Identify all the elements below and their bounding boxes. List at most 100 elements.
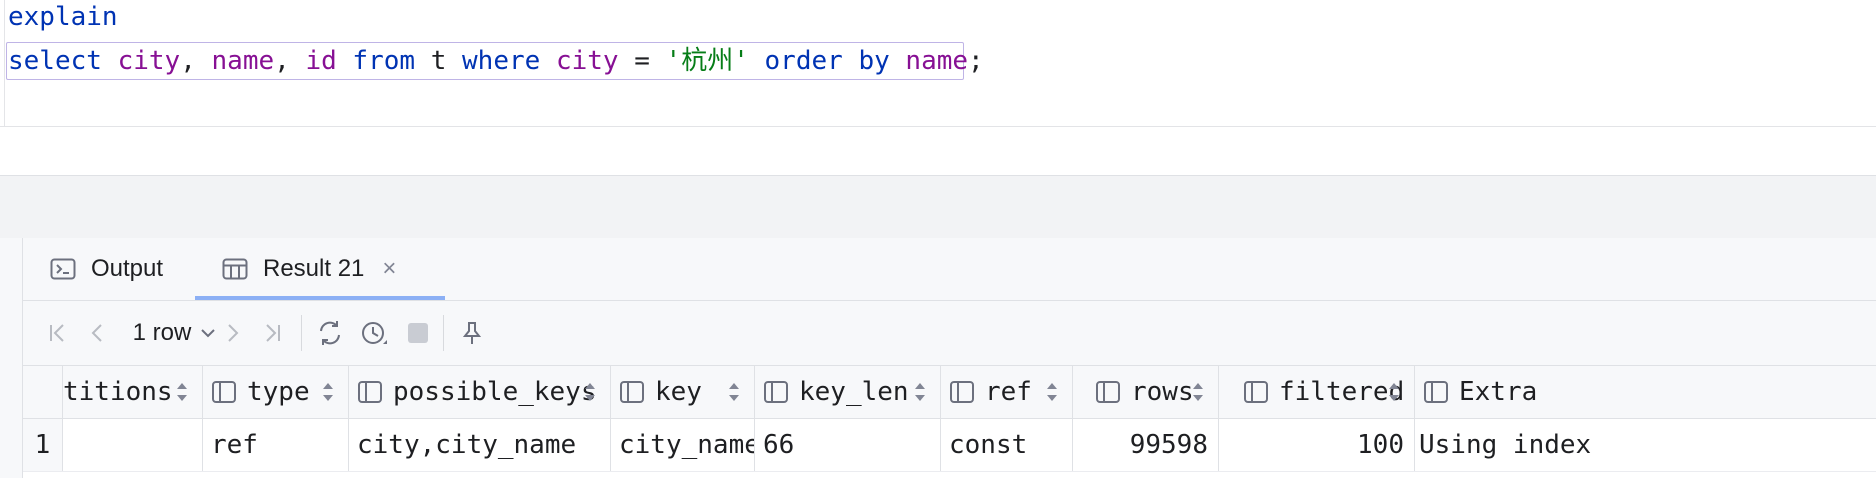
comma: , — [180, 46, 212, 76]
column-header-extra[interactable]: Extra — [1415, 366, 1876, 418]
sort-icon[interactable] — [1192, 381, 1204, 403]
active-tab-indicator — [195, 296, 445, 300]
cell-rows[interactable]: 99598 — [1073, 419, 1219, 471]
sort-icon[interactable] — [1046, 381, 1058, 403]
stop-button[interactable] — [403, 301, 433, 365]
grid-header-row: titions type possible_keys key key_len r… — [23, 366, 1876, 419]
column-header-rows[interactable]: rows — [1073, 366, 1219, 418]
column-header-label: filtered — [1279, 377, 1405, 407]
first-page-icon — [50, 324, 64, 342]
close-icon[interactable]: × — [382, 255, 396, 283]
column-header-label: titions — [63, 377, 173, 407]
column-header-filtered[interactable]: filtered — [1219, 366, 1415, 418]
string-literal: '杭州' — [665, 46, 749, 76]
keyword-select: select — [8, 46, 102, 76]
tab-result-label: Result 21 — [263, 255, 365, 282]
history-icon — [362, 322, 387, 344]
row-count-label: 1 row — [132, 319, 192, 346]
cell-key-len[interactable]: 66 — [755, 419, 941, 471]
column-header-label: Extra — [1459, 377, 1538, 407]
column-header-partitions[interactable]: titions — [63, 366, 203, 418]
column-header-label: possible_keys — [393, 377, 597, 407]
keyword-where: where — [462, 46, 541, 76]
column-header-type[interactable]: type — [203, 366, 349, 418]
pin-button[interactable] — [457, 301, 487, 365]
sql-editor[interactable]: explain select city, name, id from t whe… — [0, 0, 1876, 127]
column-icon — [1424, 381, 1448, 403]
identifier-id: id — [305, 46, 337, 76]
cell-partitions[interactable] — [63, 419, 203, 471]
identifier-city: city — [117, 46, 181, 76]
column-header-key-len[interactable]: key_len — [755, 366, 941, 418]
cell-type[interactable]: ref — [203, 419, 349, 471]
tab-output-label: Output — [91, 255, 164, 282]
next-page-button[interactable] — [217, 301, 247, 365]
table-row[interactable]: 1 ref city,city_name city_name 66 const … — [23, 419, 1876, 472]
column-header-key[interactable]: key — [611, 366, 755, 418]
keyword-explain: explain — [8, 2, 118, 32]
operator-equals: = — [618, 46, 666, 76]
history-button[interactable] — [357, 301, 391, 365]
cell-possible-keys[interactable]: city,city_name — [349, 419, 611, 471]
editor-gutter — [4, 0, 5, 126]
tab-output[interactable]: Output — [49, 238, 163, 300]
column-header-label: key — [655, 377, 702, 407]
last-page-icon — [266, 324, 280, 342]
keyword-by: by — [858, 46, 890, 76]
column-icon — [358, 381, 382, 403]
keyword-order: order — [764, 46, 843, 76]
prev-page-button[interactable] — [83, 301, 113, 365]
semicolon: ; — [968, 46, 984, 76]
chevron-down-icon — [201, 329, 216, 338]
editor-bottom-area — [0, 127, 1876, 175]
column-icon — [620, 381, 644, 403]
refresh-icon — [320, 321, 340, 345]
column-header-label: rows — [1131, 377, 1194, 407]
row-number: 1 — [23, 419, 63, 471]
column-header-label: ref — [985, 377, 1032, 407]
toolbar-separator — [301, 315, 302, 351]
sort-icon[interactable] — [584, 381, 596, 403]
toolbar-separator — [443, 315, 444, 351]
panel-splitter[interactable] — [0, 175, 1876, 239]
code-line-1[interactable]: explain — [8, 0, 118, 34]
sort-icon[interactable] — [728, 381, 740, 403]
table-name: t — [430, 46, 447, 76]
sort-icon[interactable] — [176, 381, 188, 403]
row-number-header — [23, 366, 63, 418]
prev-page-icon — [91, 324, 102, 342]
column-header-ref[interactable]: ref — [941, 366, 1073, 418]
code-line-2[interactable]: select city, name, id from t where city … — [8, 44, 984, 78]
sort-icon[interactable] — [914, 381, 926, 403]
last-page-button[interactable] — [257, 301, 287, 365]
pin-icon — [462, 322, 482, 344]
tool-window-strip — [0, 238, 22, 478]
column-header-label: key_len — [799, 377, 909, 407]
cell-extra[interactable]: Using index — [1415, 419, 1876, 471]
result-tabs: Output Result 21 × — [23, 238, 1876, 301]
column-icon — [764, 381, 788, 403]
stop-icon — [408, 323, 428, 343]
sort-icon[interactable] — [1388, 381, 1400, 403]
column-header-possible-keys[interactable]: possible_keys — [349, 366, 611, 418]
tab-result-21[interactable]: Result 21 × — [221, 238, 396, 300]
refresh-button[interactable] — [313, 301, 347, 365]
comma: , — [274, 46, 306, 76]
column-header-label: type — [247, 377, 310, 407]
column-icon — [1096, 381, 1120, 403]
cell-key[interactable]: city_name — [611, 419, 755, 471]
services-tool-window: Output Result 21 × 1 row titions type po… — [22, 238, 1876, 478]
first-page-button[interactable] — [43, 301, 73, 365]
cell-filtered[interactable]: 100 — [1219, 419, 1415, 471]
cell-ref[interactable]: const — [941, 419, 1073, 471]
sort-icon[interactable] — [322, 381, 334, 403]
identifier-name: name — [905, 46, 969, 76]
identifier-city: city — [555, 46, 619, 76]
row-count-dropdown[interactable]: 1 row — [129, 301, 221, 365]
terminal-icon — [50, 258, 76, 280]
table-icon — [222, 258, 248, 280]
result-toolbar: 1 row — [23, 301, 1876, 366]
keyword-from: from — [352, 46, 416, 76]
next-page-icon — [228, 324, 239, 342]
result-grid[interactable]: titions type possible_keys key key_len r… — [23, 366, 1876, 478]
